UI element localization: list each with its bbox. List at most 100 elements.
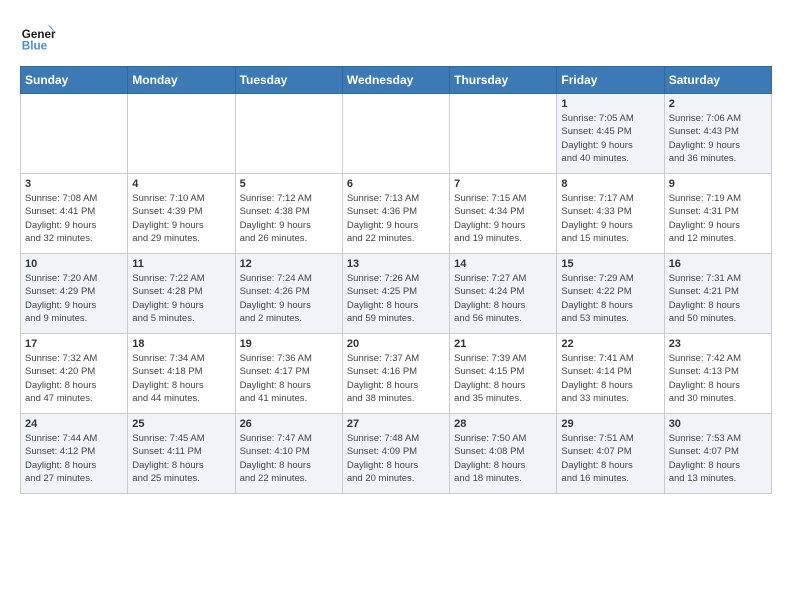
week-row-3: 17 Sunrise: 7:32 AM Sunset: 4:20 PM Dayli… [21, 334, 772, 414]
calendar-cell [342, 94, 449, 174]
day-number: 8 [561, 178, 659, 190]
week-row-1: 3 Sunrise: 7:08 AM Sunset: 4:41 PM Daylig… [21, 174, 772, 254]
day-info: Sunrise: 7:26 AM Sunset: 4:25 PM Dayligh… [347, 272, 445, 325]
weekday-header-thursday: Thursday [450, 67, 557, 94]
day-number: 24 [25, 418, 123, 430]
calendar-cell: 30Sunrise: 7:53 AM Sunset: 4:07 PM Dayli… [664, 414, 771, 494]
calendar-cell: 29 Sunrise: 7:51 AM Sunset: 4:07 PM Dayli… [557, 414, 664, 494]
calendar-cell: 5 Sunrise: 7:12 AM Sunset: 4:38 PM Daylig… [235, 174, 342, 254]
calendar-cell: 23 Sunrise: 7:42 AM Sunset: 4:13 PM Dayli… [664, 334, 771, 414]
day-info: Sunrise: 7:15 AM Sunset: 4:34 PM Dayligh… [454, 192, 552, 245]
day-info: Sunrise: 7:45 AM Sunset: 4:11 PM Dayligh… [132, 432, 230, 485]
day-info: Sunrise: 7:13 AM Sunset: 4:36 PM Dayligh… [347, 192, 445, 245]
day-number: 12 [240, 258, 338, 270]
calendar-cell: 25Sunrise: 7:45 AM Sunset: 4:11 PM Dayli… [128, 414, 235, 494]
calendar-cell [128, 94, 235, 174]
day-info: Sunrise: 7:24 AM Sunset: 4:26 PM Dayligh… [240, 272, 338, 325]
day-number: 23 [669, 338, 767, 350]
calendar-cell: 20 Sunrise: 7:37 AM Sunset: 4:16 PM Dayli… [342, 334, 449, 414]
calendar-cell: 17 Sunrise: 7:32 AM Sunset: 4:20 PM Dayli… [21, 334, 128, 414]
day-number: 11 [132, 258, 230, 270]
calendar-cell: 10 Sunrise: 7:20 AM Sunset: 4:29 PM Dayli… [21, 254, 128, 334]
calendar-cell: 8 Sunrise: 7:17 AM Sunset: 4:33 PM Daylig… [557, 174, 664, 254]
day-info: Sunrise: 7:39 AM Sunset: 4:15 PM Dayligh… [454, 352, 552, 405]
week-row-4: 24 Sunrise: 7:44 AM Sunset: 4:12 PM Dayli… [21, 414, 772, 494]
day-number: 10 [25, 258, 123, 270]
calendar-cell: 4 Sunrise: 7:10 AM Sunset: 4:39 PM Daylig… [128, 174, 235, 254]
calendar-header-row: SundayMondayTuesdayWednesdayThursdayFrid… [21, 67, 772, 94]
weekday-header-friday: Friday [557, 67, 664, 94]
calendar-cell: 1Sunrise: 7:05 AM Sunset: 4:45 PM Daylig… [557, 94, 664, 174]
day-number: 18 [132, 338, 230, 350]
calendar-cell: 26Sunrise: 7:47 AM Sunset: 4:10 PM Dayli… [235, 414, 342, 494]
day-info: Sunrise: 7:17 AM Sunset: 4:33 PM Dayligh… [561, 192, 659, 245]
calendar-cell: 11 Sunrise: 7:22 AM Sunset: 4:28 PM Dayli… [128, 254, 235, 334]
calendar-cell: 27Sunrise: 7:48 AM Sunset: 4:09 PM Dayli… [342, 414, 449, 494]
day-number: 7 [454, 178, 552, 190]
day-number: 4 [132, 178, 230, 190]
svg-text:Blue: Blue [22, 40, 48, 53]
day-info: Sunrise: 7:53 AM Sunset: 4:07 PM Dayligh… [669, 432, 767, 485]
calendar-cell: 24 Sunrise: 7:44 AM Sunset: 4:12 PM Dayli… [21, 414, 128, 494]
day-info: Sunrise: 7:51 AM Sunset: 4:07 PM Dayligh… [561, 432, 659, 485]
calendar-cell: 9 Sunrise: 7:19 AM Sunset: 4:31 PM Daylig… [664, 174, 771, 254]
day-number: 29 [561, 418, 659, 430]
calendar-cell: 13 Sunrise: 7:26 AM Sunset: 4:25 PM Dayli… [342, 254, 449, 334]
day-info: Sunrise: 7:37 AM Sunset: 4:16 PM Dayligh… [347, 352, 445, 405]
calendar-cell: 3 Sunrise: 7:08 AM Sunset: 4:41 PM Daylig… [21, 174, 128, 254]
weekday-header-tuesday: Tuesday [235, 67, 342, 94]
day-info: Sunrise: 7:32 AM Sunset: 4:20 PM Dayligh… [25, 352, 123, 405]
day-info: Sunrise: 7:22 AM Sunset: 4:28 PM Dayligh… [132, 272, 230, 325]
weekday-header-wednesday: Wednesday [342, 67, 449, 94]
day-number: 13 [347, 258, 445, 270]
calendar-cell [450, 94, 557, 174]
day-info: Sunrise: 7:06 AM Sunset: 4:43 PM Dayligh… [669, 112, 767, 165]
day-info: Sunrise: 7:12 AM Sunset: 4:38 PM Dayligh… [240, 192, 338, 245]
day-info: Sunrise: 7:50 AM Sunset: 4:08 PM Dayligh… [454, 432, 552, 485]
calendar-cell: 12 Sunrise: 7:24 AM Sunset: 4:26 PM Dayli… [235, 254, 342, 334]
day-info: Sunrise: 7:20 AM Sunset: 4:29 PM Dayligh… [25, 272, 123, 325]
day-info: Sunrise: 7:19 AM Sunset: 4:31 PM Dayligh… [669, 192, 767, 245]
day-number: 6 [347, 178, 445, 190]
day-info: Sunrise: 7:44 AM Sunset: 4:12 PM Dayligh… [25, 432, 123, 485]
day-info: Sunrise: 7:42 AM Sunset: 4:13 PM Dayligh… [669, 352, 767, 405]
day-number: 21 [454, 338, 552, 350]
day-number: 28 [454, 418, 552, 430]
day-number: 15 [561, 258, 659, 270]
day-number: 5 [240, 178, 338, 190]
calendar-cell: 22 Sunrise: 7:41 AM Sunset: 4:14 PM Dayli… [557, 334, 664, 414]
day-number: 20 [347, 338, 445, 350]
day-info: Sunrise: 7:10 AM Sunset: 4:39 PM Dayligh… [132, 192, 230, 245]
day-number: 2 [669, 98, 767, 110]
day-info: Sunrise: 7:29 AM Sunset: 4:22 PM Dayligh… [561, 272, 659, 325]
day-number: 14 [454, 258, 552, 270]
day-number: 16 [669, 258, 767, 270]
day-info: Sunrise: 7:34 AM Sunset: 4:18 PM Dayligh… [132, 352, 230, 405]
day-number: 27 [347, 418, 445, 430]
day-number: 19 [240, 338, 338, 350]
day-info: Sunrise: 7:36 AM Sunset: 4:17 PM Dayligh… [240, 352, 338, 405]
weekday-header-sunday: Sunday [21, 67, 128, 94]
calendar-cell: 14Sunrise: 7:27 AM Sunset: 4:24 PM Dayli… [450, 254, 557, 334]
day-info: Sunrise: 7:08 AM Sunset: 4:41 PM Dayligh… [25, 192, 123, 245]
calendar-cell: 7 Sunrise: 7:15 AM Sunset: 4:34 PM Daylig… [450, 174, 557, 254]
calendar-cell: 15 Sunrise: 7:29 AM Sunset: 4:22 PM Dayli… [557, 254, 664, 334]
day-number: 17 [25, 338, 123, 350]
calendar-cell: 21 Sunrise: 7:39 AM Sunset: 4:15 PM Dayli… [450, 334, 557, 414]
week-row-0: 1Sunrise: 7:05 AM Sunset: 4:45 PM Daylig… [21, 94, 772, 174]
logo-icon: General Blue [20, 20, 56, 56]
calendar-cell: 19 Sunrise: 7:36 AM Sunset: 4:17 PM Dayli… [235, 334, 342, 414]
weekday-header-saturday: Saturday [664, 67, 771, 94]
day-number: 3 [25, 178, 123, 190]
day-number: 26 [240, 418, 338, 430]
logo: General Blue [20, 20, 56, 56]
calendar-body: 1Sunrise: 7:05 AM Sunset: 4:45 PM Daylig… [21, 94, 772, 494]
weekday-header-monday: Monday [128, 67, 235, 94]
calendar-cell: 28 Sunrise: 7:50 AM Sunset: 4:08 PM Dayli… [450, 414, 557, 494]
day-number: 22 [561, 338, 659, 350]
page-header: General Blue [20, 20, 772, 56]
day-number: 1 [561, 98, 659, 110]
day-number: 9 [669, 178, 767, 190]
day-info: Sunrise: 7:41 AM Sunset: 4:14 PM Dayligh… [561, 352, 659, 405]
calendar-cell [235, 94, 342, 174]
